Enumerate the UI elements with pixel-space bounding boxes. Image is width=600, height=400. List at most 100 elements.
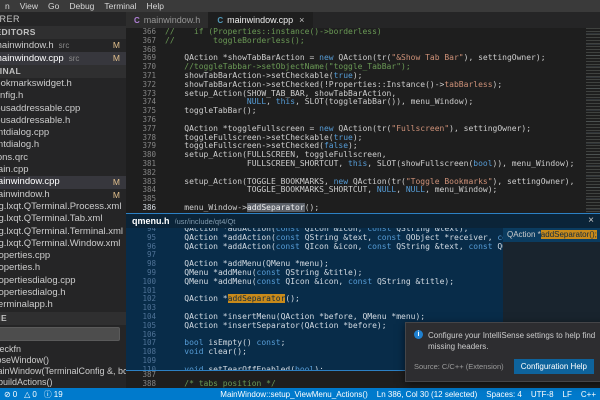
code-token: void <box>184 365 203 370</box>
menu-item-debug[interactable]: Debug <box>64 1 99 11</box>
file-tree-item[interactable]: org.lxqt.QTerminal.Terminal.xml <box>0 226 126 238</box>
code-text: QMenu *addMenu(const QIcon &icon, const … <box>165 277 454 286</box>
line-number: 95 <box>126 234 165 243</box>
reference-item[interactable]: QAction *addSeparator(); <box>503 228 600 242</box>
open-editors-header[interactable]: OPEN EDITORS <box>0 26 126 39</box>
file-tree-item[interactable]: org.lxqt.QTerminal.Tab.xml <box>0 213 126 225</box>
close-icon[interactable]: × <box>588 216 594 226</box>
code-token: QAction *insertSeparator(QAction *before… <box>165 321 387 330</box>
reference-token: QAction * <box>507 230 541 239</box>
file-tree-item[interactable]: propertiesdialog.cpp <box>0 275 126 287</box>
code-token: toggleTabBar(); <box>165 106 257 115</box>
status-count: 0 <box>13 390 17 399</box>
modified-badge: M <box>113 52 120 65</box>
code-text: // toggleBorderless(); <box>165 36 305 45</box>
code-token: showTabBarAction->setChecked(!Properties… <box>165 80 444 89</box>
code-line: 96 QAction *addAction(const QIcon &icon,… <box>126 243 503 252</box>
cpp-file-icon: C <box>217 16 223 25</box>
code-token: ); <box>353 71 363 80</box>
notification-button-configuration-help[interactable]: Configuration Help <box>514 359 594 374</box>
status-warnings[interactable]: △0 <box>24 390 37 399</box>
menu-item-go[interactable]: Go <box>43 1 64 11</box>
outline-header[interactable]: OUTLINE <box>0 312 126 325</box>
code-token: ), settingOwner); <box>464 53 546 62</box>
file-tree-item[interactable]: main.cpp <box>0 164 126 176</box>
infos-icon: ⓘ <box>44 389 52 400</box>
file-tree-item[interactable]: config.h <box>0 90 126 102</box>
file-tree-item[interactable]: fontdialog.cpp <box>0 127 126 139</box>
file-tree-item[interactable]: mainwindow.cppM <box>0 176 126 188</box>
vscode-window: nViewGoDebugTerminalHelp EXPLORER OPEN E… <box>0 0 600 400</box>
close-icon[interactable]: × <box>299 15 304 25</box>
outline-item[interactable]: rebuildActions() <box>0 377 126 388</box>
file-name: properties.h <box>0 262 40 273</box>
file-tree-item[interactable]: qterminalapp.h <box>0 299 126 311</box>
code-text: void setTearOffEnabled(bool); <box>165 365 324 370</box>
code-token: ), settingOwner), <box>493 177 575 186</box>
menu-item-view[interactable]: View <box>15 1 43 11</box>
code-token: QString &text, <box>391 242 468 251</box>
minimap[interactable] <box>586 28 600 213</box>
outline-item[interactable]: checkfn <box>0 344 126 355</box>
file-tree-item[interactable]: org.lxqt.QTerminal.Window.xml <box>0 238 126 250</box>
menu-item-terminal[interactable]: Terminal <box>99 1 141 11</box>
status-item[interactable]: UTF-8 <box>531 390 554 399</box>
outline-list: checkfncloseWindow()MainWindow(TerminalC… <box>0 344 126 388</box>
code-token: ); <box>348 141 358 150</box>
file-tree-item[interactable]: icons.qrc <box>0 152 126 164</box>
status-item[interactable]: Ln 386, Col 30 (12 selected) <box>377 390 478 399</box>
code-text: TOGGLE_BOOKMARKS_SHORTCUT, NULL, NULL, m… <box>165 185 497 194</box>
file-tree-item[interactable]: properties.cpp <box>0 250 126 262</box>
code-token: , <box>396 185 406 194</box>
file-tree-item[interactable]: mainwindow.hM <box>0 189 126 201</box>
code-token: QString &title); <box>372 277 454 286</box>
editor-code-area[interactable]: 366// if (Properties::instance()->border… <box>126 28 600 213</box>
file-name: rebuildActions() <box>0 377 53 387</box>
menu-item-n[interactable]: n <box>0 1 15 11</box>
status-problems[interactable]: ⊘0 △0 ⓘ19 <box>4 389 63 400</box>
outline-filter-input[interactable] <box>0 327 120 341</box>
code-token: NULL <box>377 185 396 194</box>
status-item[interactable]: C++ <box>581 390 596 399</box>
cpp-file-icon: C <box>134 16 140 25</box>
code-token: new <box>319 53 333 62</box>
outline-item[interactable]: MainWindow(TerminalConfig &, bool... <box>0 366 126 377</box>
code-token: ); <box>353 133 363 142</box>
file-tree-item[interactable]: org.lxqt.QTerminal.Process.xml <box>0 201 126 213</box>
file-tree-item[interactable]: fontdialog.h <box>0 139 126 151</box>
status-item[interactable]: LF <box>563 390 572 399</box>
code-token: "Toggle Bookmarks" <box>406 177 493 186</box>
code-token: QIcon &icon, <box>300 242 367 251</box>
file-tree-item[interactable]: bookmarkswidget.h <box>0 78 126 90</box>
tab-mainwindow.h[interactable]: Cmainwindow.h <box>126 12 209 28</box>
open-editor-item[interactable]: mainwindow.cppsrcM <box>0 52 126 65</box>
status-item[interactable]: MainWindow::setup_ViewMenu_Actions() <box>220 390 367 399</box>
peek-file-path: /usr/include/qt4/Qt <box>175 217 589 226</box>
line-number: 388 <box>126 380 165 388</box>
file-tree-item[interactable]: propertiesdialog.h <box>0 287 126 299</box>
tab-label: mainwindow.cpp <box>227 15 293 25</box>
code-text: QAction *toggleFullscreen = new QAction(… <box>165 124 531 133</box>
folder-header[interactable]: QTERMINAL <box>0 65 126 78</box>
file-tree-item[interactable]: properties.h <box>0 262 126 274</box>
code-token: , SLOT(toggleTabBar()), menu_Window); <box>295 97 473 106</box>
tab-mainwindow.cpp[interactable]: Cmainwindow.cpp × <box>209 12 313 28</box>
file-tree-item[interactable]: dbusaddressable.h <box>0 115 126 127</box>
code-token: // if (Properties::instance()->borderles… <box>165 28 382 36</box>
status-errors[interactable]: ⊘0 <box>4 390 17 399</box>
code-token: , SLOT(showFullscreen( <box>367 159 473 168</box>
code-token: const <box>377 233 401 242</box>
code-token: true <box>334 133 353 142</box>
code-text: showTabBarAction->setCheckable(true); <box>165 71 362 80</box>
status-item[interactable]: Spaces: 4 <box>486 390 522 399</box>
menu-item-help[interactable]: Help <box>142 1 169 11</box>
code-token: ; <box>281 338 286 347</box>
notification-message: Configure your IntelliSense settings to … <box>428 330 600 352</box>
line-number: 96 <box>126 243 165 252</box>
file-name: mainwindow.cpp <box>0 53 64 64</box>
file-name: fontdialog.h <box>0 139 39 150</box>
file-tree-item[interactable]: dbusaddressable.cpp <box>0 103 126 115</box>
outline-item[interactable]: closeWindow() <box>0 355 126 366</box>
status-infos[interactable]: ⓘ19 <box>44 389 63 400</box>
open-editor-item[interactable]: mainwindow.hsrcM <box>0 39 126 52</box>
